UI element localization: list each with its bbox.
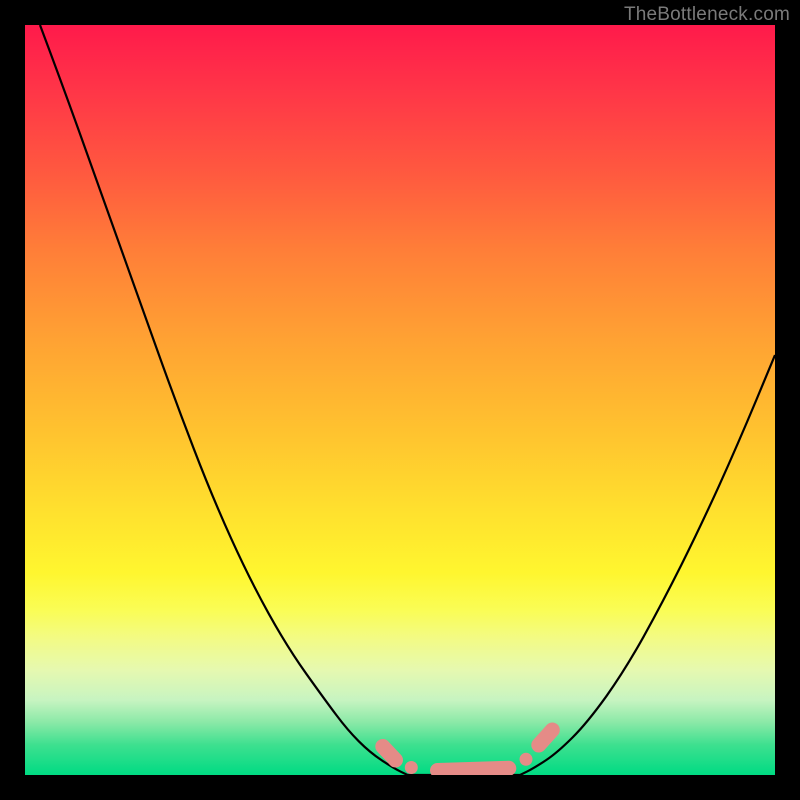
- heat-gradient-background: [25, 25, 775, 775]
- chart-frame: TheBottleneck.com: [0, 0, 800, 800]
- plot-area: [25, 25, 775, 775]
- watermark-label: TheBottleneck.com: [624, 4, 790, 26]
